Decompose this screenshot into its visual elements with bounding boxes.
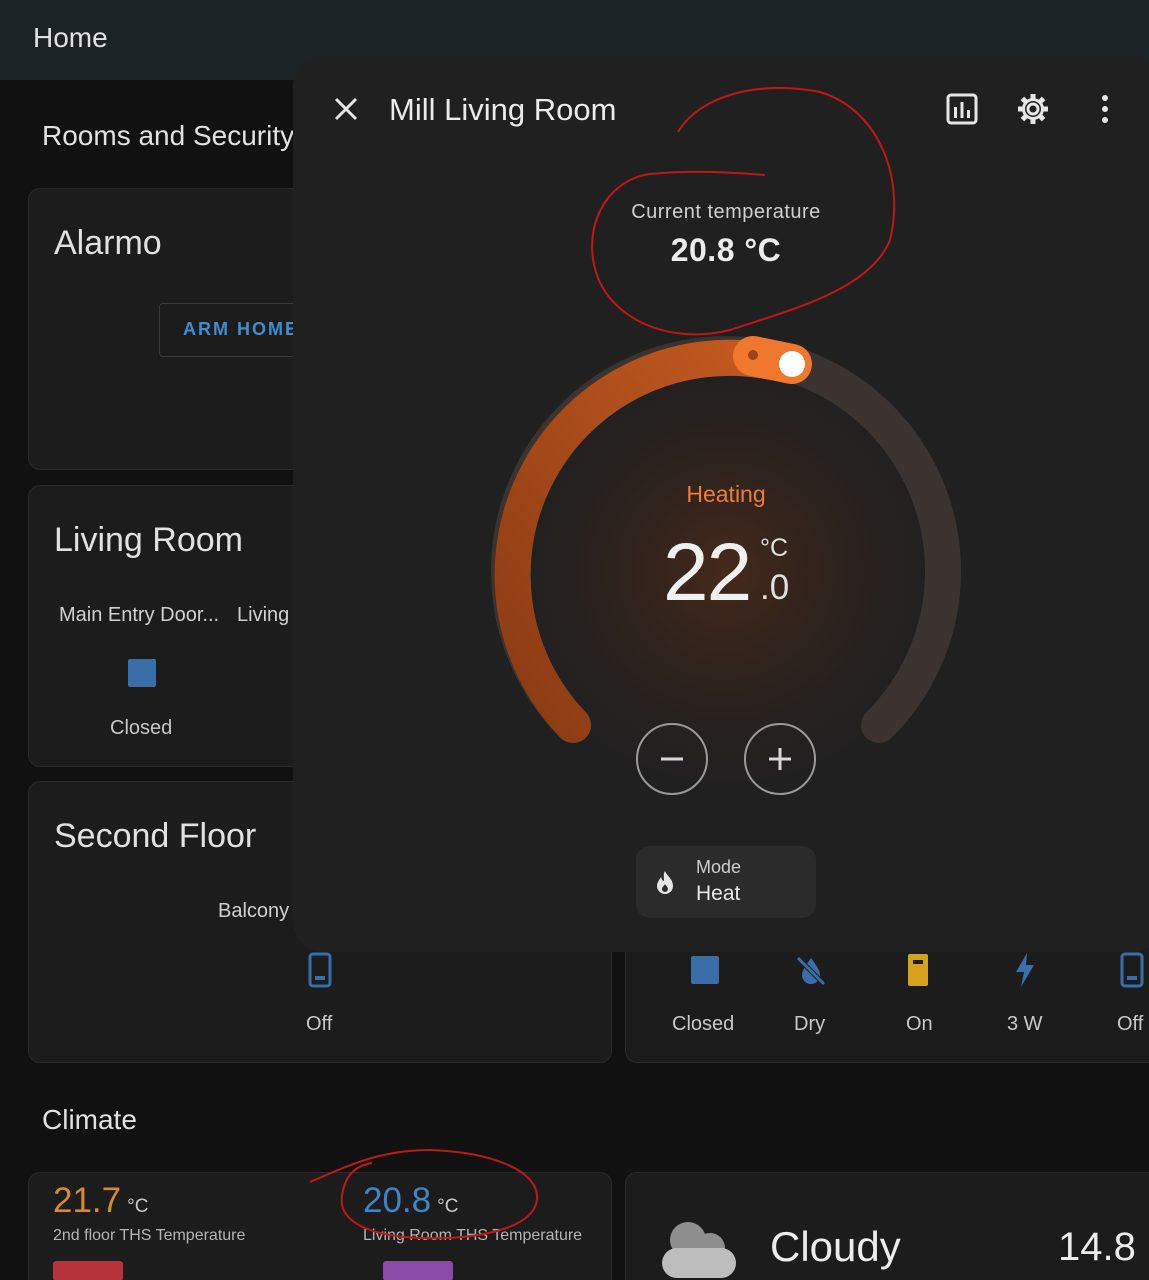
living-room-title: Living Room [54,521,243,559]
close-icon[interactable] [331,94,361,124]
dialog-title: Mill Living Room [389,92,617,127]
target-temperature-unit: °C [760,534,789,562]
flash-icon[interactable] [1013,952,1037,988]
temperature-unit: °C [127,1196,149,1217]
alarmo-title: Alarmo [54,224,162,262]
target-temperature-decimal: .0 [760,568,790,607]
dial-handle-dot [748,350,758,360]
entity-state: 3 W [1007,1013,1043,1035]
climate-more-info-dialog: Mill Living Room Current temperature 20.… [293,56,1149,952]
second-floor-title: Second Floor [54,817,257,855]
temperature-value: 21.7 [53,1181,122,1220]
main-entry-door-state: Closed [110,717,173,739]
second-floor-off-state: Off [306,1013,333,1035]
more-vertical-icon[interactable] [1088,92,1122,126]
weather-condition: Cloudy [770,1223,901,1270]
battery-icon[interactable] [907,952,929,988]
increase-temperature-button[interactable] [744,723,816,795]
current-temperature-label: Current temperature [631,201,821,223]
living-room-card: Living Room Main Entry Door... Closed Li… [28,485,328,767]
mode-value: Heat [696,882,741,905]
entity-state: Dry [794,1013,826,1035]
entity-state: Closed [672,1013,735,1035]
square-icon[interactable] [691,956,719,984]
climate-sensor-name: 2nd floor THS Temperature [53,1227,246,1244]
decrease-temperature-button[interactable] [636,723,708,795]
entity-state: On [906,1013,933,1035]
climate-value[interactable]: 20.8 °C [363,1181,458,1221]
minus-icon [661,757,683,761]
entity-state: Off [1117,1013,1144,1035]
fire-icon [657,871,673,894]
hvac-mode-select[interactable]: Mode Heat [636,846,816,918]
climate-value[interactable]: 21.7 °C [53,1181,148,1221]
alarmo-card: Alarmo ARM HOME [28,188,328,470]
phone-icon[interactable] [1120,952,1144,988]
current-temperature-value: 20.8 °C [670,232,782,268]
door-closed-icon[interactable] [128,659,156,687]
cut-off-value [383,1261,453,1280]
hvac-action: Heating [686,481,766,507]
cut-off-value [53,1261,123,1280]
temperature-value: 20.8 [363,1181,432,1220]
target-temperature-integer: 22 [663,527,752,618]
mode-label: Mode [696,857,742,877]
cloudy-icon [662,1222,736,1278]
phone-icon[interactable] [308,952,332,988]
water-off-icon[interactable] [794,954,828,988]
section-title-climate: Climate [42,1104,137,1135]
dial-handle[interactable] [779,351,805,377]
gear-icon[interactable] [1016,92,1050,126]
page-title: Home [33,22,108,53]
section-title-rooms: Rooms and Security [42,120,295,151]
climate-sensor-name: Living Room THS Temperature [363,1227,583,1244]
weather-temperature: 14.8 [1058,1225,1136,1269]
history-chart-icon[interactable] [945,92,979,126]
main-entry-door-label[interactable]: Main Entry Door... [59,604,219,627]
plus-icon [769,748,791,770]
living-entity-label[interactable]: Living [237,604,289,627]
temperature-unit: °C [437,1196,459,1217]
balcony-label[interactable]: Balcony [218,900,289,923]
arm-home-label: ARM HOME [183,319,299,339]
climate-card: 21.7 °C 2nd floor THS Temperature 20.8 °C … [28,1172,612,1280]
weather-card[interactable]: Cloudy 14.8 [625,1172,1149,1280]
